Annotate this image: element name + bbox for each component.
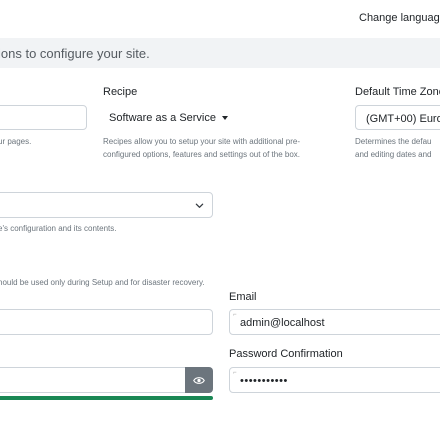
recipe-help-line-1: Recipes allow you to setup your site wit… bbox=[103, 137, 300, 146]
timezone-help-line-1: Determines the defau bbox=[355, 137, 432, 146]
recipe-label: Recipe bbox=[103, 86, 138, 98]
timezone-label: Default Time Zone bbox=[355, 86, 440, 98]
password-strength-bar bbox=[0, 396, 213, 400]
recipe-dropdown[interactable]: Software as a Service bbox=[103, 106, 234, 130]
chevron-down-icon bbox=[195, 203, 204, 208]
database-select[interactable] bbox=[0, 192, 213, 218]
autofill-icon: ⌐ bbox=[233, 312, 237, 318]
autofill-icon: ⌐ bbox=[233, 370, 237, 376]
recipe-selected: Software as a Service bbox=[109, 112, 216, 124]
password-input[interactable] bbox=[0, 367, 186, 393]
timezone-help-line-2: and editing dates and bbox=[355, 150, 432, 159]
recipe-help-line-2: configured options, features and setting… bbox=[103, 150, 301, 159]
intro-text: ions to configure your site. bbox=[0, 46, 150, 61]
superuser-note: hould be used only during Setup and for … bbox=[0, 278, 205, 287]
password-confirmation-value: ••••••••••• bbox=[240, 375, 288, 387]
top-bar: Change language bbox=[0, 0, 440, 38]
database-help: e's configuration and its contents. bbox=[0, 224, 117, 233]
caret-down-icon bbox=[222, 116, 228, 120]
timezone-select[interactable]: (GMT+00) Europ bbox=[355, 105, 440, 130]
email-value: admin@localhost bbox=[240, 317, 325, 329]
toggle-password-button[interactable] bbox=[185, 367, 213, 393]
email-label: Email bbox=[229, 291, 257, 303]
site-name-help: ur pages. bbox=[0, 137, 32, 146]
eye-icon bbox=[193, 376, 205, 384]
password-confirmation-input[interactable]: ⌐ ••••••••••• bbox=[229, 367, 440, 393]
change-language-link[interactable]: Change language bbox=[359, 12, 440, 24]
timezone-value: (GMT+00) Europ bbox=[366, 113, 440, 125]
site-name-input[interactable] bbox=[0, 105, 87, 130]
email-input[interactable]: ⌐ admin@localhost bbox=[229, 309, 440, 335]
username-input[interactable] bbox=[0, 309, 213, 335]
password-confirmation-label: Password Confirmation bbox=[229, 348, 343, 360]
